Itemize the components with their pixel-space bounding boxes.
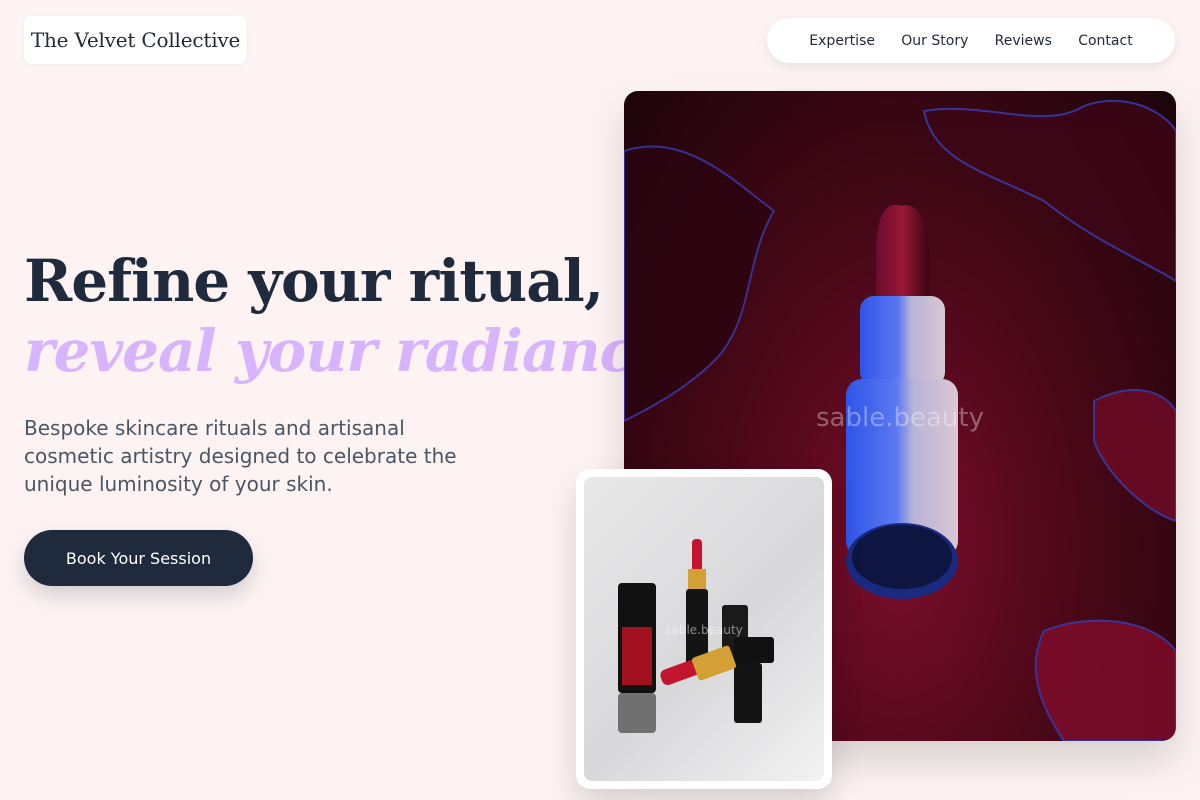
hero-subtext: Bespoke skincare rituals and artisanal c… bbox=[24, 416, 457, 496]
hero-headline: Refine your ritual, reveal your radiance… bbox=[24, 246, 690, 386]
headline-line-1: Refine your ritual, bbox=[24, 247, 604, 315]
nav-item-contact[interactable]: Contact bbox=[1078, 33, 1132, 49]
nav-item-our-story[interactable]: Our Story bbox=[901, 33, 968, 49]
brand-logo[interactable]: The Velvet Collective bbox=[24, 16, 247, 64]
brand-name: The Velvet Collective bbox=[30, 28, 241, 52]
book-session-button[interactable]: Book Your Session bbox=[24, 530, 253, 586]
headline-line-2-accent: reveal your radiance. bbox=[24, 317, 690, 385]
hero-image-watermark: sable.beauty bbox=[816, 403, 984, 433]
main-nav: Expertise Our Story Reviews Contact bbox=[767, 18, 1175, 63]
inset-image-frame: sable.beauty bbox=[576, 469, 832, 789]
nav-item-reviews[interactable]: Reviews bbox=[995, 33, 1052, 49]
inset-image-watermark: sable.beauty bbox=[665, 623, 743, 637]
nav-item-expertise[interactable]: Expertise bbox=[809, 33, 875, 49]
inset-cosmetics-image: sable.beauty bbox=[584, 477, 824, 781]
